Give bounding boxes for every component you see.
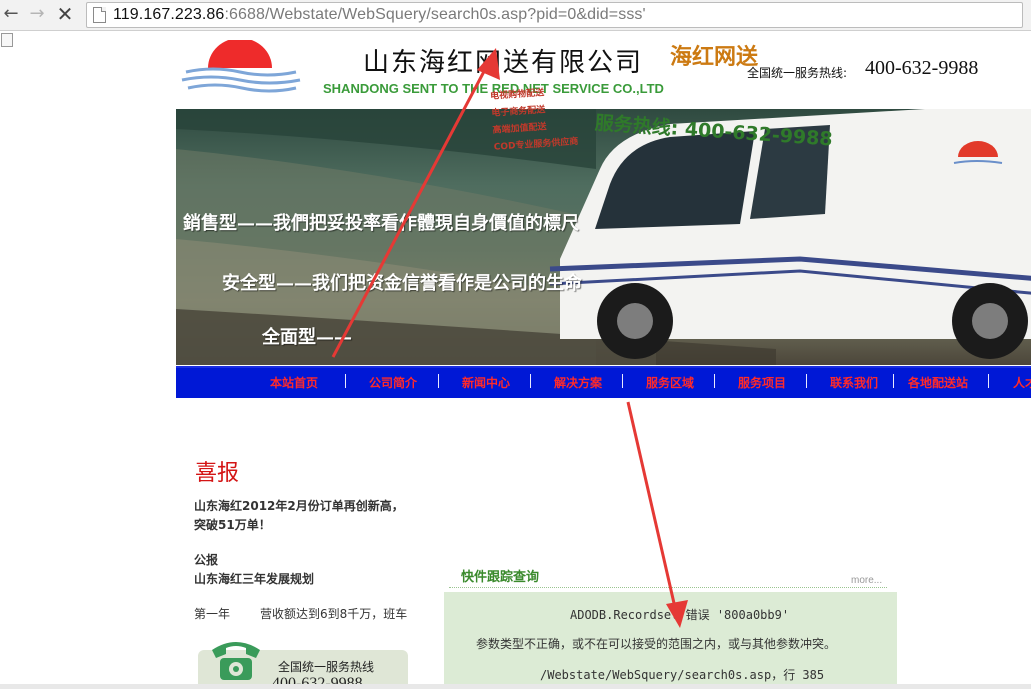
forward-arrow-icon[interactable]: → — [26, 3, 48, 25]
plan-row: 第一年 营收额达到6到8千万，班车 — [194, 605, 407, 622]
address-bar[interactable]: 119.167.223.86:6688/Webstate/WebSquery/s… — [86, 2, 1023, 28]
nav-separator — [806, 374, 807, 388]
nav-item-about[interactable]: 公司简介 — [369, 374, 417, 391]
stop-x-icon[interactable]: ✕ — [54, 3, 76, 25]
hotline-number: 400-632-9988 — [865, 57, 979, 79]
notice-label: 公报 — [194, 553, 219, 567]
company-name-cn: 山东海红网送有限公司 — [363, 48, 644, 78]
phone-icon — [212, 642, 260, 680]
browser-toolbar: ← → ✕ 119.167.223.86:6688/Webstate/WebSq… — [0, 0, 1031, 31]
horizontal-scrollbar[interactable] — [0, 684, 1031, 689]
error-message-box: ADODB.Recordset 错误 '800a0bb9' 参数类型不正确，或不… — [444, 592, 897, 689]
nav-separator — [345, 374, 346, 388]
hero-banner: 銷售型——我們把妥投率看作體現自身價值的標尺 安全型——我们把资金信誉看作是公司… — [176, 109, 1031, 365]
nav-item-careers[interactable]: 人才 — [1013, 374, 1031, 391]
error-line-1: ADODB.Recordset 错误 '800a0bb9' — [570, 608, 790, 622]
error-line-2: 参数类型不正确，或不在可以接受的范围之内，或与其他参数冲突。 — [476, 637, 837, 651]
nav-item-service-area[interactable]: 服务区域 — [646, 374, 694, 391]
tracking-title: 快件跟踪查询 — [461, 570, 540, 585]
plan-title[interactable]: 山东海红三年发展规划 — [194, 570, 314, 587]
back-arrow-icon[interactable]: ← — [0, 3, 22, 25]
nav-item-stations[interactable]: 各地配送站 — [908, 374, 968, 391]
plan-year: 第一年 — [194, 607, 231, 621]
plan-text: 营收额达到6到8千万，班车 — [260, 607, 408, 621]
nav-separator — [622, 374, 623, 388]
nav-item-solutions[interactable]: 解决方案 — [554, 374, 602, 391]
url-text[interactable]: 119.167.223.86:6688/Webstate/WebSquery/s… — [113, 5, 646, 25]
url-path: :6688/Webstate/WebSquery/search0s.asp?pi… — [224, 6, 646, 23]
nav-separator — [988, 374, 989, 388]
nav-separator — [530, 374, 531, 388]
nav-separator — [893, 374, 894, 388]
slogan-safety: 安全型——我们把资金信誉看作是公司的生命 — [222, 273, 582, 294]
hotline-label: 全国统一服务热线: — [747, 66, 848, 80]
main-nav: 本站首页 公司简介 新闻中心 解决方案 服务区域 服务项目 联系我们 各地配送站… — [176, 366, 1031, 398]
nav-separator — [714, 374, 715, 388]
nav-item-contact[interactable]: 联系我们 — [830, 374, 878, 391]
nav-item-home[interactable]: 本站首页 — [270, 374, 318, 391]
sun-wave-logo — [181, 40, 301, 93]
url-host: 119.167.223.86 — [113, 6, 225, 23]
slogan-comprehensive: 全面型—— — [262, 327, 352, 348]
hotline-box-label: 全国统一服务热线 — [278, 660, 375, 674]
news-headline[interactable]: 山东海红2012年2月份订单再创新高，突破51万单！ — [194, 497, 414, 535]
tracking-more-link[interactable]: more... — [851, 575, 882, 586]
van-service-list: 电视购物配送 电子商务配送 高端加值配送 COD专业服务供应商 — [490, 83, 579, 157]
nav-item-news[interactable]: 新闻中心 — [462, 374, 510, 391]
page-icon — [93, 7, 106, 23]
nav-item-services[interactable]: 服务项目 — [738, 374, 786, 391]
arrow-line-to-error — [626, 401, 678, 613]
error-line-3: /Webstate/WebSquery/search0s.asp，行 385 — [540, 668, 825, 682]
news-section-title: 喜报 — [195, 461, 240, 486]
slogan-sales: 銷售型——我們把妥投率看作體現自身價值的標尺 — [183, 213, 579, 234]
broken-image-icon — [1, 33, 13, 47]
tracking-divider — [449, 587, 887, 589]
van-brand-text: 海红网送 — [670, 45, 759, 70]
nav-separator — [438, 374, 439, 388]
